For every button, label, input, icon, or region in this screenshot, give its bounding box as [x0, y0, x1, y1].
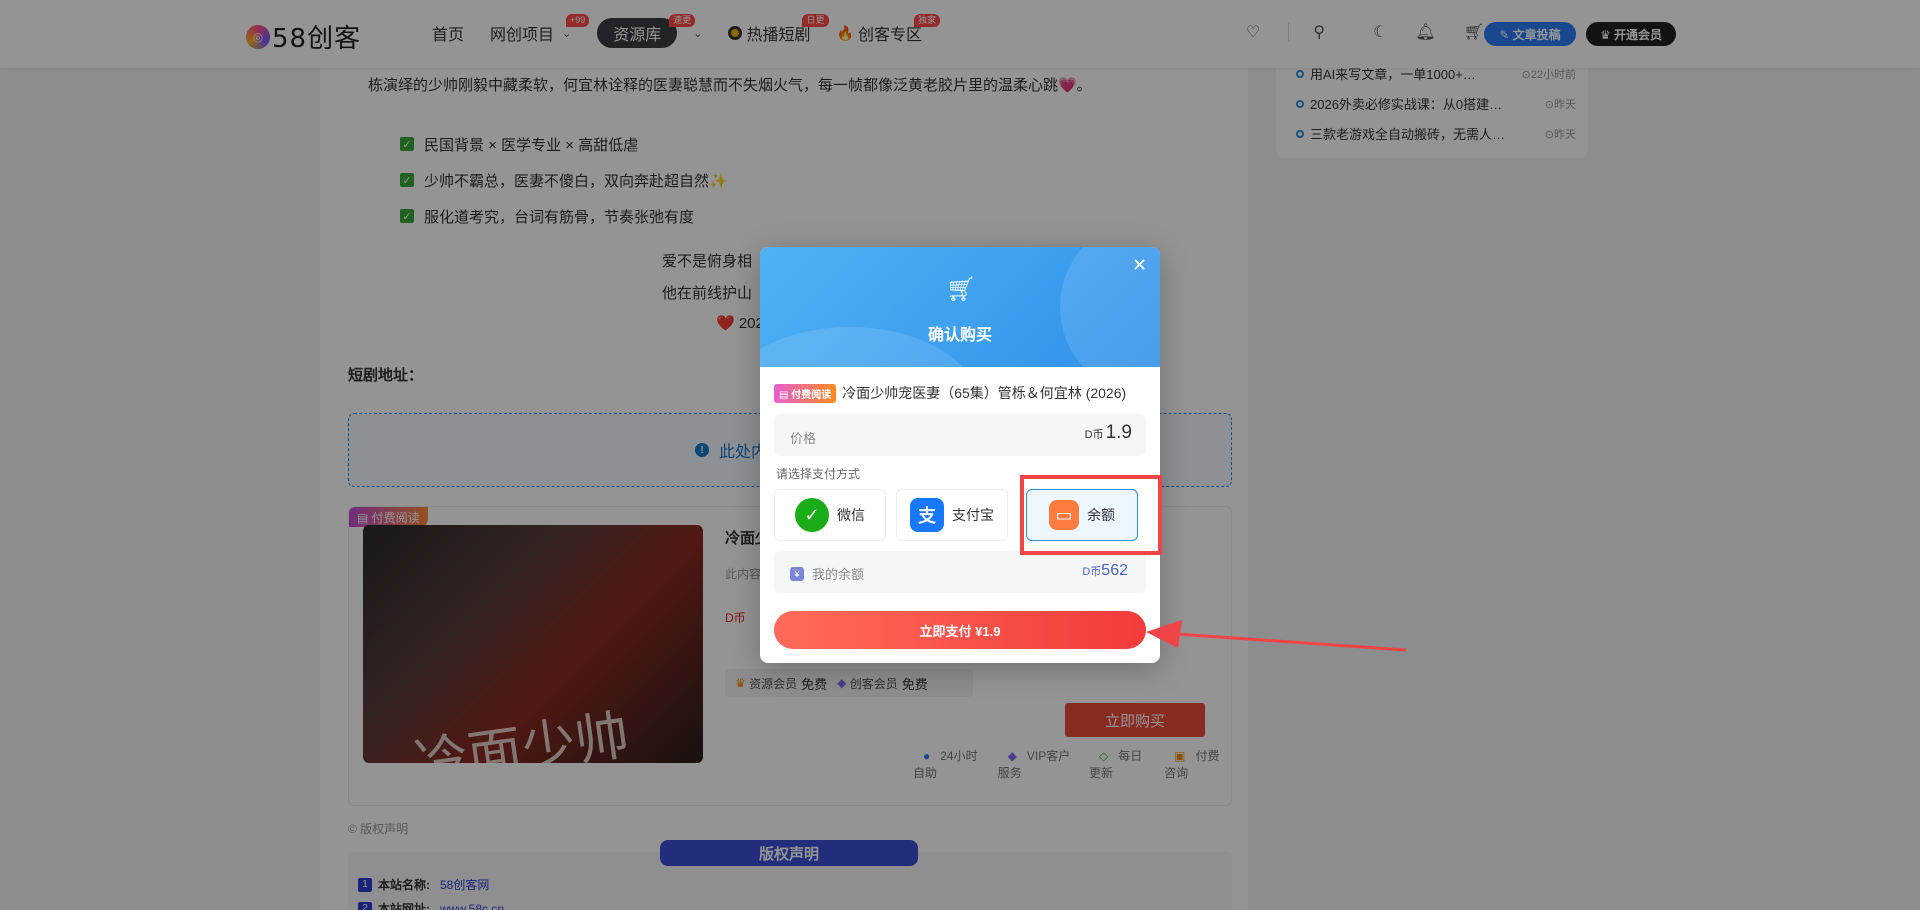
balance-label: 我的余额	[812, 567, 865, 582]
annotation-highlight-box	[1020, 475, 1162, 555]
balance-row: ¥ 我的余额 D币562	[774, 551, 1146, 593]
pay-option-label: 支付宝	[952, 507, 994, 523]
modal-title: 确认购买	[927, 327, 992, 344]
balance-label-wrap: ¥ 我的余额	[790, 564, 864, 583]
balance-value: D币562	[1082, 562, 1128, 580]
price-unit: D币	[1084, 429, 1104, 441]
annotation-arrow-icon	[1146, 620, 1407, 652]
product-line: ▤ 付费阅读 冷面少帅宠医妻（65集）管栎＆何宜林 (2026)	[774, 383, 1126, 403]
close-icon[interactable]: ✕	[1132, 255, 1147, 276]
pay-option-alipay[interactable]: 支支付宝	[896, 489, 1008, 541]
price-label: 价格	[790, 431, 817, 446]
price-row: 价格 D币 1.9	[774, 414, 1146, 456]
pay-option-wechat[interactable]: ✓ 微信	[774, 489, 886, 541]
alipay-icon: 支	[910, 498, 944, 532]
modal-header: 🛒︎ 确认购买 ✕	[760, 247, 1160, 367]
purchase-confirm-modal: 🛒︎ 确认购买 ✕ ▤ 付费阅读 冷面少帅宠医妻（65集）管栎＆何宜林 (202…	[760, 247, 1160, 663]
product-name: 冷面少帅宠医妻（65集）管栎＆何宜林 (2026)	[842, 385, 1127, 401]
coin-icon: ¥	[790, 566, 804, 581]
price-value: D币 1.9	[1085, 422, 1132, 444]
pay-option-label: 微信	[837, 507, 865, 523]
balance-amount: 562	[1101, 562, 1128, 579]
paid-reading-tag: ▤ 付费阅读	[774, 383, 837, 403]
wechat-icon: ✓	[795, 498, 829, 532]
price-amount: 1.9	[1105, 422, 1132, 443]
pay-now-button[interactable]: 立即支付 ¥1.9	[774, 611, 1146, 649]
balance-unit: D币	[1082, 566, 1102, 578]
pay-method-label: 请选择支付方式	[776, 467, 861, 481]
cart-plus-icon: 🛒︎	[946, 276, 977, 303]
